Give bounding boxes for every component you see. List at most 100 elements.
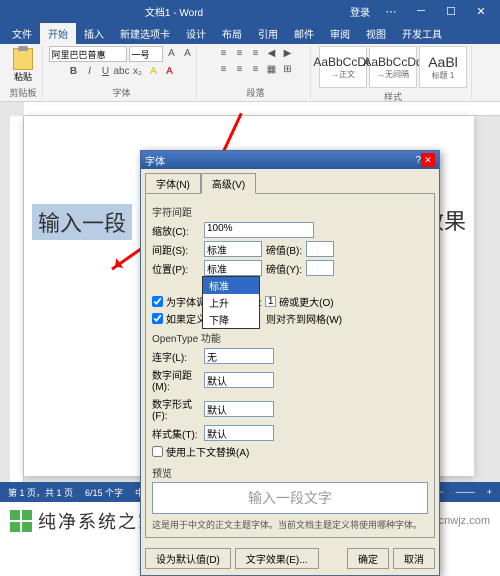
ligatures-label: 连字(L):	[152, 349, 200, 364]
position-opt-normal[interactable]: 标准	[203, 277, 259, 294]
document-title: 文档1 - Word	[145, 4, 203, 19]
styleset-label: 样式集(T):	[152, 426, 200, 441]
numform-select[interactable]: 默认	[204, 401, 274, 417]
ruler-horizontal[interactable]	[24, 102, 500, 116]
tab-insert[interactable]: 插入	[76, 23, 112, 44]
font-dialog: 字体 ? ✕ 字体(N) 高级(V) 字符间距 缩放(C): 100% 间距(S…	[140, 150, 440, 576]
numform-label: 数字形式(F):	[152, 396, 200, 422]
brand-logo-icon	[10, 510, 32, 532]
tab-design[interactable]: 设计	[178, 23, 214, 44]
ruler-vertical[interactable]	[10, 116, 24, 482]
preview-note: 这是用于中文的正文主题字体。当前文档主题定义将使用哪种字体。	[152, 518, 428, 531]
indent-dec-button[interactable]: ◀	[265, 46, 279, 60]
contextual-checkbox[interactable]	[152, 446, 163, 457]
subscript-button[interactable]: x₂	[131, 64, 145, 78]
zoom-in-button[interactable]: +	[487, 487, 492, 497]
font-name-select[interactable]: 阿里巴巴普惠	[49, 46, 127, 62]
dialog-close-button[interactable]: ✕	[421, 153, 435, 167]
borders-button[interactable]: ⊞	[281, 62, 295, 76]
position-opt-raised[interactable]: 上升	[203, 294, 259, 311]
align-right-button[interactable]: ≡	[249, 62, 263, 76]
ribbon-options-icon[interactable]: ⋯	[376, 0, 406, 22]
dialog-body: 字符间距 缩放(C): 100% 间距(S): 标准 磅值(B): 位置(P):…	[145, 193, 435, 538]
scale-select[interactable]: 100%	[204, 222, 314, 238]
zoom-slider[interactable]: ───	[456, 487, 475, 497]
style-heading1[interactable]: AaBl标题 1	[419, 46, 467, 88]
dialog-tab-advanced[interactable]: 高级(V)	[201, 173, 256, 194]
strike-button[interactable]: abc	[115, 64, 129, 78]
window-titlebar: 文档1 - Word 登录 ⋯ ─ ☐ ✕	[0, 0, 500, 22]
tab-mail[interactable]: 邮件	[286, 23, 322, 44]
font-color-button[interactable]: A	[163, 64, 177, 78]
ok-button[interactable]: 确定	[347, 548, 389, 569]
clipboard-icon	[13, 48, 33, 70]
status-page[interactable]: 第 1 页，共 1 页	[8, 486, 73, 499]
font-size-select[interactable]: 一号	[129, 46, 163, 62]
spacing-pt-label: 磅值(B):	[266, 242, 302, 257]
style-normal[interactable]: AaBbCcDd→正文	[319, 46, 367, 88]
scale-label: 缩放(C):	[152, 223, 200, 238]
ribbon-tabs: 文件 开始 插入 新建选项卡 设计 布局 引用 邮件 审阅 视图 开发工具	[0, 22, 500, 44]
shading-button[interactable]: ▦	[265, 62, 279, 76]
spacing-pt-input[interactable]	[306, 241, 334, 257]
spacing-select[interactable]: 标准	[204, 241, 262, 257]
numspacing-select[interactable]: 默认	[204, 372, 274, 388]
numbering-button[interactable]: ≡	[233, 46, 247, 60]
minimize-button[interactable]: ─	[406, 0, 436, 22]
cancel-button[interactable]: 取消	[393, 548, 435, 569]
position-select[interactable]: 标准	[204, 260, 262, 276]
italic-button[interactable]: I	[83, 64, 97, 78]
dialog-titlebar[interactable]: 字体 ? ✕	[141, 151, 439, 169]
tab-layout[interactable]: 布局	[214, 23, 250, 44]
highlight-button[interactable]: A	[147, 64, 161, 78]
multilevel-button[interactable]: ≡	[249, 46, 263, 60]
tab-view[interactable]: 视图	[358, 23, 394, 44]
preview-box: 输入一段文字	[152, 482, 428, 514]
tab-dev[interactable]: 开发工具	[394, 23, 450, 44]
underline-button[interactable]: U	[99, 64, 113, 78]
numspacing-label: 数字间距(M):	[152, 367, 200, 393]
align-center-button[interactable]: ≡	[233, 62, 247, 76]
indent-inc-button[interactable]: ▶	[281, 46, 295, 60]
bold-button[interactable]: B	[67, 64, 81, 78]
text-effects-button[interactable]: 文字效果(E)...	[235, 548, 319, 569]
position-opt-lowered[interactable]: 下降	[203, 311, 259, 328]
close-button[interactable]: ✕	[466, 0, 496, 22]
spacing-label: 间距(S):	[152, 242, 200, 257]
grow-font-icon[interactable]: A	[165, 46, 179, 60]
position-pt-input[interactable]	[306, 260, 334, 276]
shrink-font-icon[interactable]: A	[181, 46, 195, 60]
preview-label: 预览	[152, 465, 428, 480]
paste-label: 粘贴	[14, 70, 32, 83]
status-words[interactable]: 6/15 个字	[85, 486, 123, 499]
tab-custom[interactable]: 新建选项卡	[112, 23, 178, 44]
group-clipboard-label: 剪贴板	[8, 84, 38, 99]
group-paragraph-label: 段落	[205, 84, 306, 99]
section-char-spacing: 字符间距	[152, 204, 428, 219]
paste-button[interactable]: 粘贴	[8, 48, 38, 83]
align-left-button[interactable]: ≡	[217, 62, 231, 76]
styleset-select[interactable]: 默认	[204, 425, 274, 441]
kerning-value-input[interactable]	[265, 296, 276, 307]
position-dropdown: 标准 上升 下降	[202, 276, 260, 329]
maximize-button[interactable]: ☐	[436, 0, 466, 22]
kerning-unit: 磅或更大(O)	[279, 294, 333, 309]
kerning-checkbox[interactable]	[152, 296, 163, 307]
set-default-button[interactable]: 设为默认值(D)	[145, 548, 231, 569]
tab-file[interactable]: 文件	[4, 23, 40, 44]
ligatures-select[interactable]: 无	[204, 348, 274, 364]
position-label: 位置(P):	[152, 261, 200, 276]
dialog-tab-font[interactable]: 字体(N)	[145, 173, 201, 194]
section-opentype: OpenType 功能	[152, 330, 428, 345]
selected-text[interactable]: 输入一段	[32, 204, 132, 240]
bullets-button[interactable]: ≡	[217, 46, 231, 60]
tab-home[interactable]: 开始	[40, 23, 76, 44]
style-nospacing[interactable]: AaBbCcDd→无间隔	[369, 46, 417, 88]
position-pt-label: 磅值(Y):	[266, 261, 302, 276]
dialog-title: 字体	[145, 153, 165, 168]
contextual-label: 使用上下文替换(A)	[166, 444, 249, 459]
snap-grid-checkbox[interactable]	[152, 313, 163, 324]
login-link[interactable]: 登录	[344, 4, 376, 19]
tab-review[interactable]: 审阅	[322, 23, 358, 44]
tab-references[interactable]: 引用	[250, 23, 286, 44]
